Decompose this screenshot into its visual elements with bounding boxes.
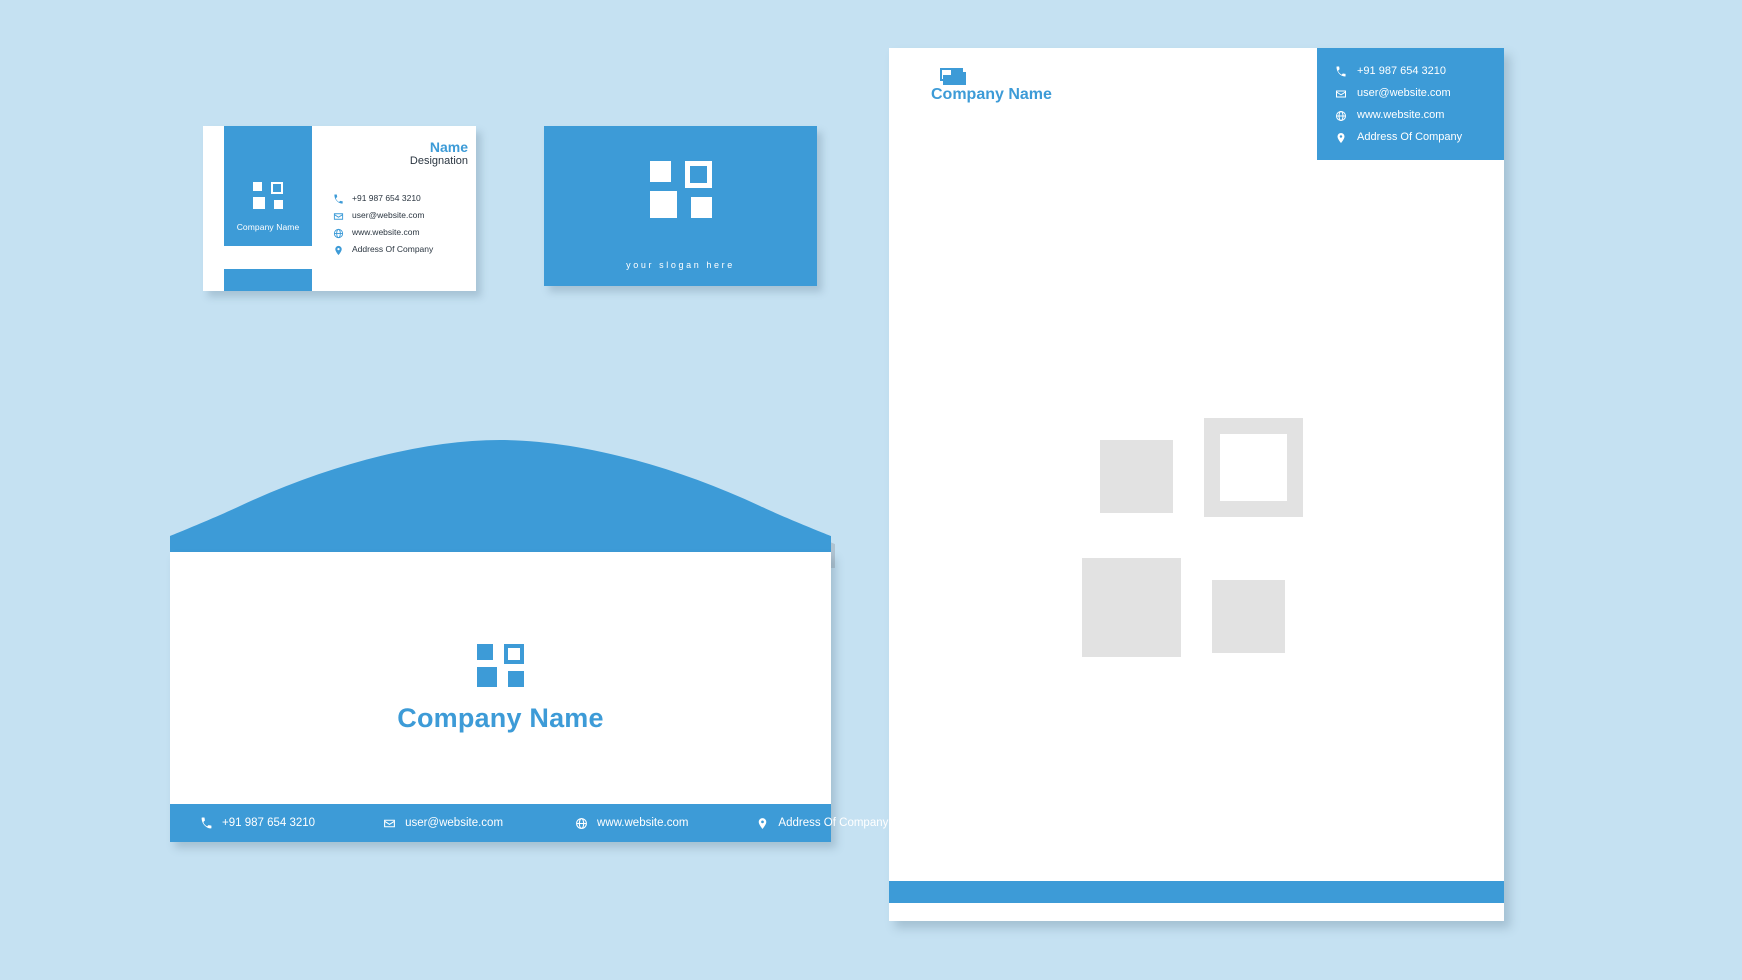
watermark-square-top-right-outline <box>1204 418 1303 517</box>
phone-icon <box>200 817 213 830</box>
logo-square-bottom-right <box>943 75 953 85</box>
envelope-flap <box>170 440 835 560</box>
location-pin-icon <box>1335 131 1347 143</box>
location-pin-icon <box>333 243 344 256</box>
card-front-person-name: Name <box>429 139 468 155</box>
logo-square-top-right-outline <box>271 182 283 194</box>
letterhead-watermark-logo-icon <box>1082 418 1312 657</box>
letterhead-contact-phone: +91 987 654 3210 <box>1335 60 1504 82</box>
logo-square-bottom-left <box>649 190 677 218</box>
phone-icon <box>1335 65 1347 77</box>
letterhead-contact-website: www.website.com <box>1335 104 1504 126</box>
globe-icon <box>1335 109 1347 121</box>
letterhead-phone-text: +91 987 654 3210 <box>1357 65 1447 77</box>
envelope: Company Name +91 987 654 3210 user@websi… <box>170 440 888 850</box>
watermark-square-top-left <box>1100 440 1173 513</box>
envelope-body: Company Name +91 987 654 3210 user@websi… <box>170 552 888 842</box>
card-front-contact-address: Address Of Company <box>333 240 468 257</box>
letterhead-company-name: Company Name <box>931 86 1052 103</box>
company-logo-icon <box>253 182 283 209</box>
envelope-address-text: Address Of Company <box>778 817 889 829</box>
watermark-square-bottom-left <box>1082 558 1181 657</box>
card-front-bottom-strip <box>224 269 312 291</box>
card-front-designation: Designation <box>409 154 468 167</box>
envelope-footer-email: user@website.com <box>383 817 503 830</box>
card-front-address-text: Address Of Company <box>352 243 434 254</box>
logo-square-bottom-right <box>508 671 524 687</box>
envelope-footer-phone: +91 987 654 3210 <box>200 817 315 830</box>
watermark-square-bottom-right <box>1212 580 1285 653</box>
card-front-info-block: Name Designation +91 987 654 3210 user@w… <box>333 140 468 257</box>
envelope-company-name: Company Name <box>397 703 604 733</box>
letterhead-contact-address: Address Of Company <box>1335 126 1504 148</box>
card-front-contact-website: www.website.com <box>333 223 468 240</box>
globe-icon <box>333 226 344 239</box>
card-front-contact-phone: +91 987 654 3210 <box>333 189 468 206</box>
company-logo-icon <box>477 644 524 687</box>
card-front-contact-email: user@website.com <box>333 206 468 223</box>
card-front-phone-text: +91 987 654 3210 <box>352 192 421 203</box>
card-front-blue-panel: Company Name <box>224 126 312 246</box>
letterhead-contact-email: user@website.com <box>1335 82 1504 104</box>
stationery-mockup-canvas: Company Name Name Designation +91 987 65… <box>0 0 1742 980</box>
letterhead-website-text: www.website.com <box>1357 109 1445 121</box>
logo-square-top-right-outline <box>504 644 524 664</box>
letterhead: Company Name +91 987 654 3210 user@websi… <box>889 48 1504 921</box>
logo-square-top-right-outline <box>684 160 712 188</box>
logo-square-bottom-left <box>477 667 497 687</box>
logo-square-bottom-right <box>690 196 712 218</box>
envelope-email-text: user@website.com <box>405 817 504 829</box>
envelope-footer-bar: +91 987 654 3210 user@website.com www.we… <box>170 804 888 842</box>
business-card-front: Company Name Name Designation +91 987 65… <box>203 126 476 291</box>
envelope-footer-website: www.website.com <box>575 817 688 830</box>
logo-square-bottom-left <box>253 197 265 209</box>
letterhead-email-text: user@website.com <box>1357 87 1451 99</box>
envelope-footer-address: Address Of Company <box>756 817 888 830</box>
letterhead-contact-box: +91 987 654 3210 user@website.com www.we… <box>1317 48 1504 160</box>
envelope-icon <box>333 209 344 221</box>
location-pin-icon <box>756 817 769 830</box>
globe-icon <box>575 817 588 830</box>
envelope-icon <box>1335 87 1347 99</box>
card-front-contact-list: +91 987 654 3210 user@website.com www.we… <box>333 189 468 257</box>
business-card-back: your slogan here <box>544 126 817 286</box>
phone-icon <box>333 192 344 204</box>
company-logo-icon <box>649 160 712 218</box>
card-front-email-text: user@website.com <box>352 209 425 220</box>
envelope-brand-block: Company Name <box>170 644 831 734</box>
envelope-phone-text: +91 987 654 3210 <box>222 817 316 829</box>
card-front-company-name: Company Name <box>236 222 300 232</box>
envelope-website-text: www.website.com <box>597 817 689 829</box>
logo-square-top-left <box>253 182 262 191</box>
letterhead-brand-block: Company Name <box>931 68 1052 104</box>
logo-square-top-left <box>477 644 493 660</box>
logo-square-bottom-left <box>953 72 966 85</box>
letterhead-footer-bar <box>889 881 1504 903</box>
card-front-website-text: www.website.com <box>352 226 420 237</box>
logo-square-top-left <box>649 160 671 182</box>
envelope-icon <box>383 817 396 830</box>
letterhead-address-text: Address Of Company <box>1357 131 1463 143</box>
logo-square-bottom-right <box>274 200 283 209</box>
card-back-slogan: your slogan here <box>626 260 735 270</box>
